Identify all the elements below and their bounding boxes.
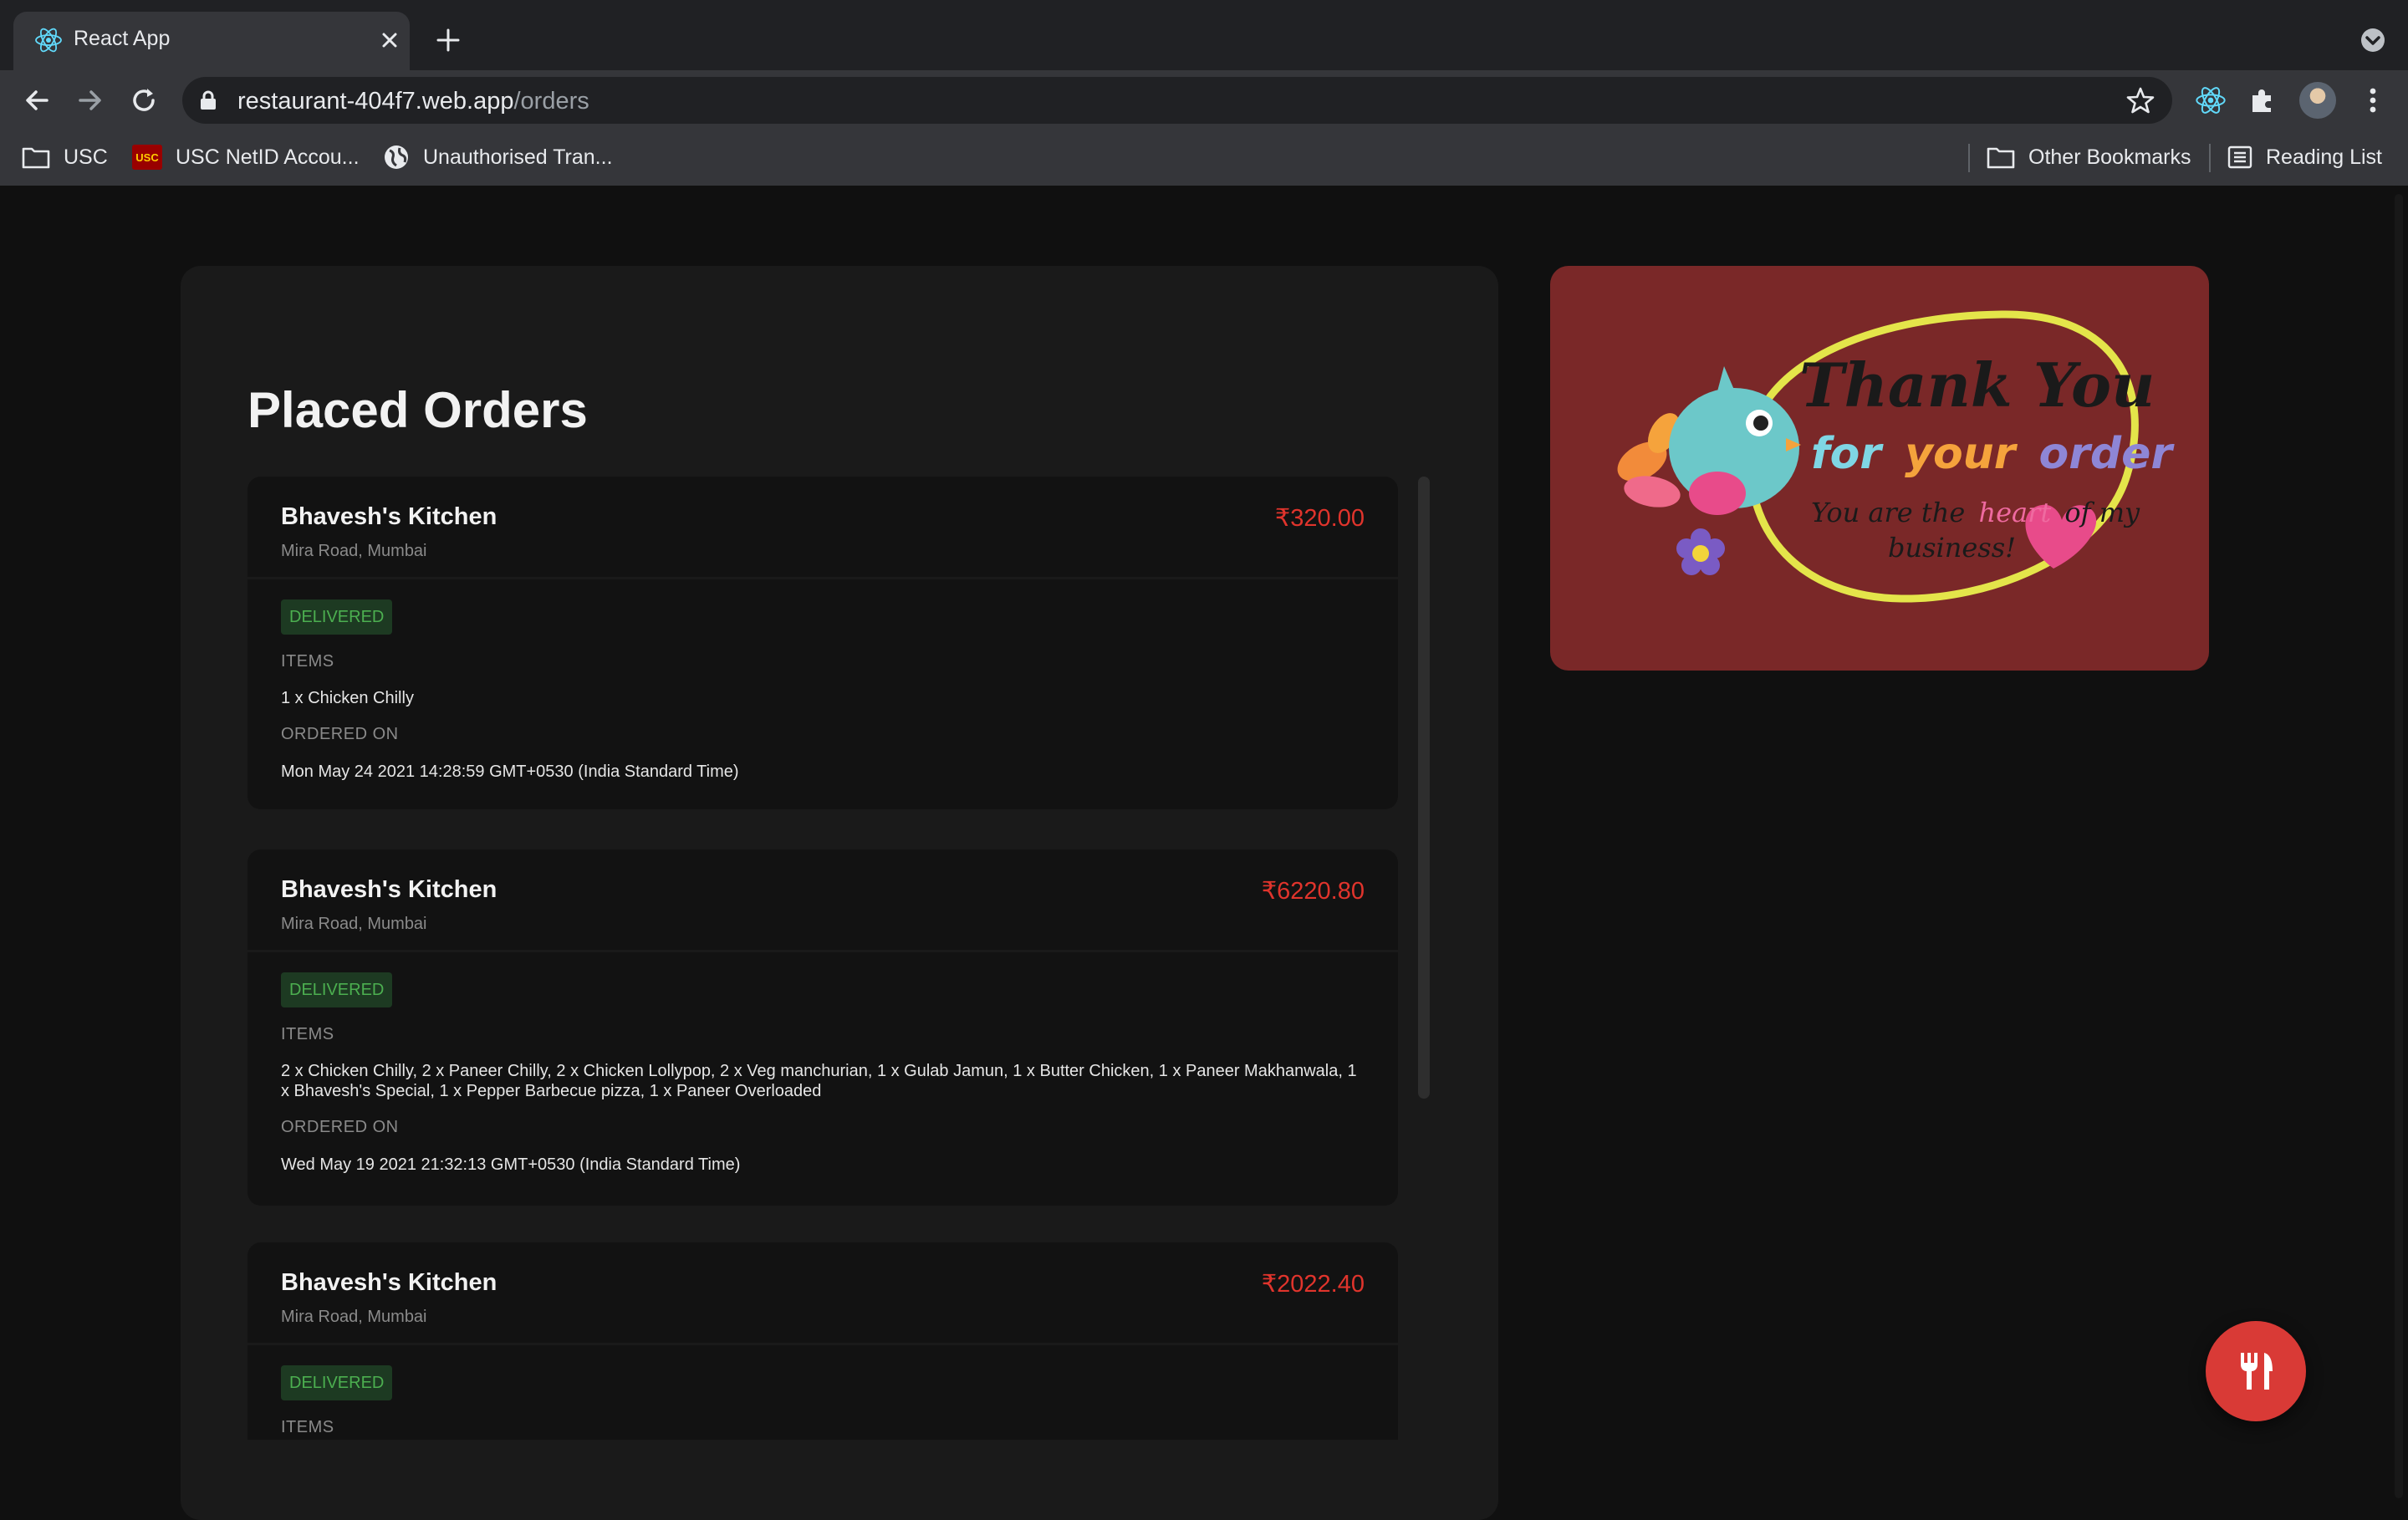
bookmark-separator <box>2209 144 2211 172</box>
bookmark-label: USC NetID Accou... <box>176 145 360 169</box>
thank-you-heart: heart <box>1978 497 2051 528</box>
folder-icon <box>1987 147 2015 169</box>
url-path: /orders <box>513 88 589 115</box>
tab-search-icon[interactable] <box>2358 25 2388 55</box>
globe-icon <box>385 145 408 169</box>
order-header: Bhavesh's Kitchen Mira Road, Mumbai ₹202… <box>247 1242 1398 1345</box>
status-badge: DELIVERED <box>281 1365 393 1400</box>
usc-icon: USC <box>132 145 162 170</box>
order-card: Bhavesh's Kitchen Mira Road, Mumbai ₹622… <box>247 849 1398 1206</box>
thank-you-your: your <box>1905 429 2018 479</box>
more-menu-icon[interactable] <box>2356 84 2390 117</box>
thank-you-illustration: Thank You for your order You are the hea… <box>1617 310 2175 603</box>
ordered-on-date: Wed May 19 2021 21:32:13 GMT+0530 (India… <box>281 1155 741 1174</box>
restaurant-name: Bhavesh's Kitchen <box>281 503 497 530</box>
reading-list-label: Reading List <box>2266 145 2382 169</box>
bookmark-usc[interactable]: USC <box>22 142 108 172</box>
lock-icon[interactable] <box>199 90 217 110</box>
tab-strip: React App <box>0 0 2408 70</box>
restaurant-icon <box>2241 1353 2273 1390</box>
thank-you-order: order <box>2039 429 2176 479</box>
orders-panel: Placed Orders Bhavesh's Kitchen Mira Roa… <box>181 266 1498 1520</box>
bookmark-separator <box>1968 144 1970 172</box>
url-host: restaurant-404f7.web.app <box>237 88 514 115</box>
order-header: Bhavesh's Kitchen Mira Road, Mumbai ₹320… <box>247 477 1398 579</box>
order-card: Bhavesh's Kitchen Mira Road, Mumbai ₹320… <box>247 477 1398 809</box>
orders-scrollbar[interactable] <box>1418 477 1430 1099</box>
restaurant-fab-button[interactable] <box>2206 1321 2306 1421</box>
items-label: ITEMS <box>281 1025 334 1043</box>
page-content: Placed Orders Bhavesh's Kitchen Mira Roa… <box>0 186 2408 1520</box>
ordered-on-label: ORDERED ON <box>281 1118 399 1136</box>
browser-toolbar: restaurant-404f7.web.app/orders <box>0 70 2408 130</box>
order-price: ₹320.00 <box>1274 505 1365 532</box>
thank-you-line3: You are the heart of my <box>1811 497 2140 528</box>
thank-you-line3a: You are the <box>1811 497 1965 528</box>
react-devtools-icon[interactable] <box>2194 84 2227 117</box>
folder-icon <box>22 147 50 169</box>
new-tab-icon[interactable] <box>431 23 465 57</box>
items-label: ITEMS <box>281 1418 334 1436</box>
restaurant-location: Mira Road, Mumbai <box>281 1308 427 1326</box>
restaurant-name: Bhavesh's Kitchen <box>281 1269 497 1296</box>
status-badge: DELIVERED <box>281 972 393 1007</box>
bookmark-star-icon[interactable] <box>2125 85 2155 115</box>
back-icon[interactable] <box>20 84 54 117</box>
browser-tab[interactable]: React App <box>13 12 410 70</box>
orders-list[interactable]: Bhavesh's Kitchen Mira Road, Mumbai ₹320… <box>247 477 1401 1440</box>
extensions-icon[interactable] <box>2246 84 2279 117</box>
thank-you-line4: business! <box>1888 532 2016 564</box>
restaurant-location: Mira Road, Mumbai <box>281 542 427 560</box>
items-list: 2 x Chicken Chilly, 2 x Paneer Chilly, 2… <box>281 1062 1357 1100</box>
thank-you-card: Thank You for your order You are the hea… <box>1550 266 2209 671</box>
thank-you-for: for <box>1811 429 1884 479</box>
reload-icon[interactable] <box>127 84 161 117</box>
page-title: Placed Orders <box>247 382 588 438</box>
restaurant-location: Mira Road, Mumbai <box>281 915 427 933</box>
react-icon <box>35 28 62 53</box>
other-bookmarks-label: Other Bookmarks <box>2028 145 2191 169</box>
tab-title: React App <box>74 27 171 50</box>
reading-list[interactable]: Reading List <box>2227 142 2382 172</box>
thank-you-line2: for your order <box>1811 429 2175 479</box>
order-card: Bhavesh's Kitchen Mira Road, Mumbai ₹202… <box>247 1242 1398 1440</box>
forward-icon[interactable] <box>74 84 107 117</box>
bookmark-label: USC <box>64 145 108 169</box>
close-icon[interactable] <box>373 23 406 57</box>
order-header: Bhavesh's Kitchen Mira Road, Mumbai ₹622… <box>247 849 1398 952</box>
page-scrollbar[interactable] <box>2395 194 2403 1498</box>
order-price: ₹6220.80 <box>1261 878 1365 905</box>
url-text[interactable]: restaurant-404f7.web.app/orders <box>237 88 589 115</box>
items-list: 1 x Chicken Chilly <box>281 689 414 707</box>
thank-you-line1: Thank You <box>1799 349 2155 421</box>
bookmark-label: Unauthorised Tran... <box>423 145 613 169</box>
ordered-on-date: Mon May 24 2021 14:28:59 GMT+0530 (India… <box>281 763 739 781</box>
bookmarks-bar: USC USC USC NetID Accou... Unauthorised … <box>0 130 2408 186</box>
bookmark-usc-netid[interactable]: USC USC NetID Accou... <box>132 142 360 172</box>
restaurant-name: Bhavesh's Kitchen <box>281 876 497 903</box>
ordered-on-label: ORDERED ON <box>281 725 399 743</box>
reading-list-icon <box>2227 145 2252 169</box>
order-price: ₹2022.40 <box>1261 1271 1365 1298</box>
status-badge: DELIVERED <box>281 599 393 635</box>
bookmark-other[interactable]: Other Bookmarks <box>1987 142 2191 172</box>
items-label: ITEMS <box>281 652 334 671</box>
thank-you-line3b: of my <box>2064 497 2140 528</box>
avatar[interactable] <box>2299 82 2336 119</box>
bookmark-unauthorised[interactable]: Unauthorised Tran... <box>383 142 613 172</box>
address-bar[interactable]: restaurant-404f7.web.app/orders <box>182 77 2172 124</box>
